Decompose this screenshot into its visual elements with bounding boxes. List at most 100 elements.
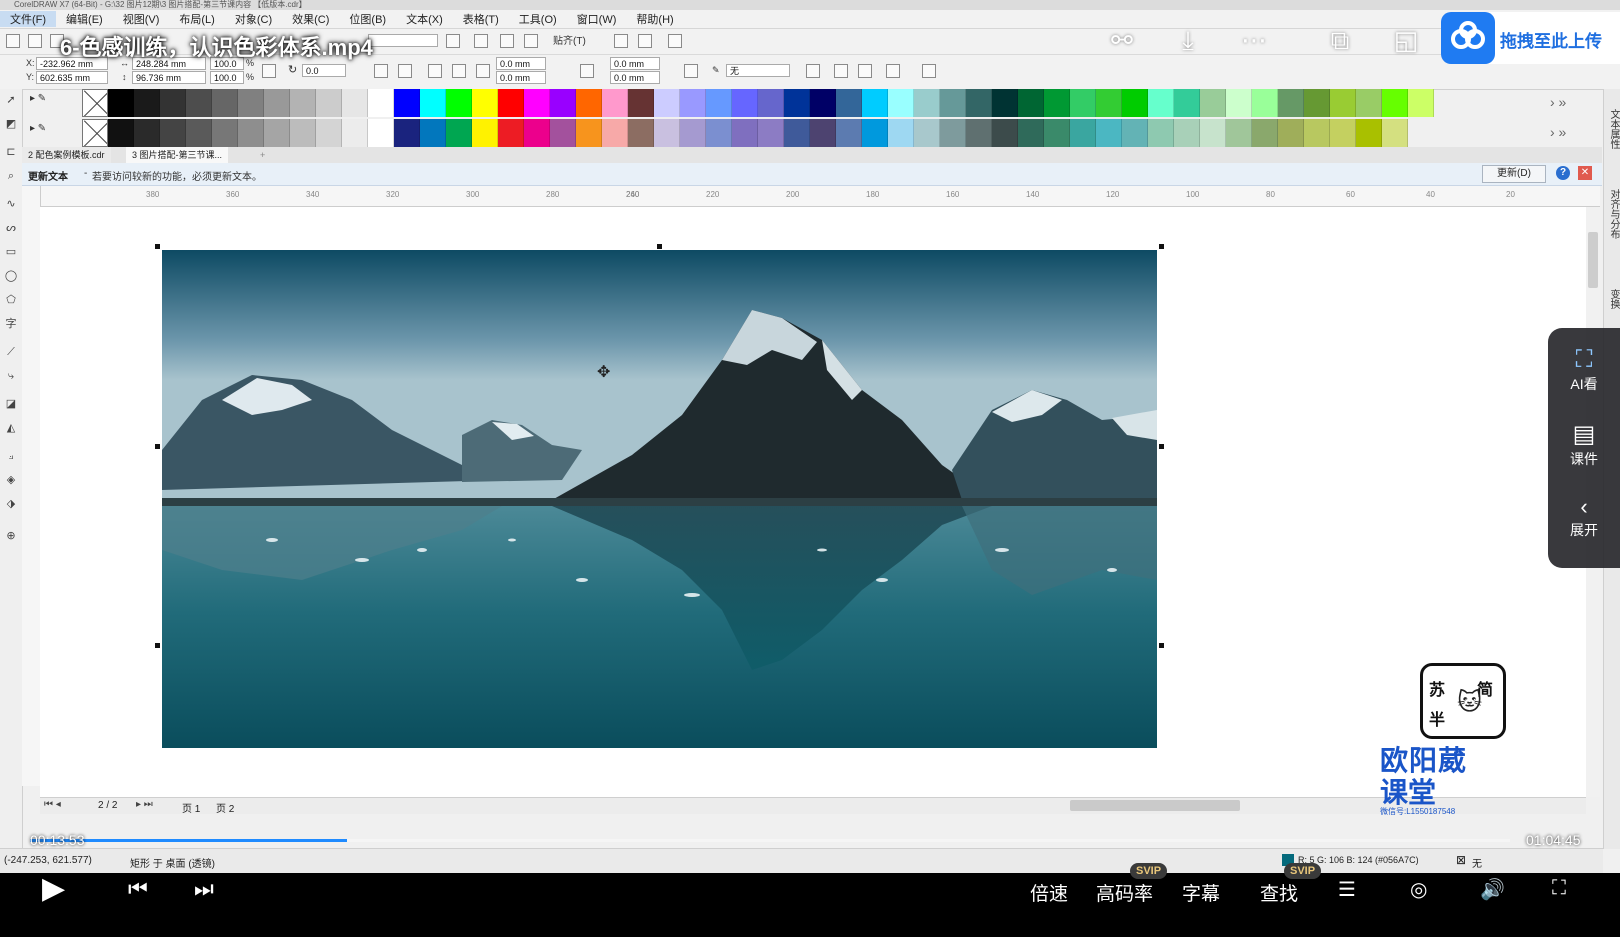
color-swatch[interactable] — [602, 119, 628, 147]
selected-lake-mountain-photo[interactable] — [162, 250, 1157, 748]
color-swatch[interactable] — [1382, 119, 1408, 147]
selection-handle-bottom-right[interactable] — [1159, 643, 1164, 648]
color-swatch[interactable] — [446, 119, 472, 147]
color-swatch[interactable] — [706, 89, 732, 117]
add-toolbar-item-icon[interactable] — [922, 64, 936, 78]
color-swatch[interactable] — [810, 89, 836, 117]
zoom-tool-icon[interactable]: ⌕ — [4, 169, 18, 183]
color-swatch[interactable] — [342, 89, 368, 117]
color-swatch[interactable] — [654, 89, 680, 117]
color-swatch[interactable] — [1174, 89, 1200, 117]
crop-tool-icon[interactable]: ⊏ — [4, 145, 18, 159]
color-swatch[interactable] — [472, 119, 498, 147]
first-page-icon[interactable]: ⏮ ◂ — [44, 799, 61, 810]
courseware-button[interactable]: ▤ 课件 — [1548, 420, 1620, 469]
color-swatch[interactable] — [368, 119, 394, 147]
picture-in-picture-icon[interactable]: ⧉ — [1322, 22, 1358, 58]
color-swatch[interactable] — [1226, 119, 1252, 147]
selection-handle-top-right[interactable] — [1159, 244, 1164, 249]
palette-scroll-right-icon[interactable]: › » — [1550, 94, 1566, 110]
show-guides-icon[interactable] — [524, 34, 538, 48]
expand-button[interactable]: ‹ 展开 — [1548, 494, 1620, 540]
color-swatch[interactable] — [940, 89, 966, 117]
height-field[interactable]: 96.736 mm — [132, 71, 206, 84]
wrap-text-icon[interactable] — [806, 64, 820, 78]
color-swatch[interactable] — [836, 119, 862, 147]
convert-to-curves-icon[interactable] — [886, 64, 900, 78]
color-swatch[interactable] — [1252, 119, 1278, 147]
color-swatch[interactable] — [914, 89, 940, 117]
docker-tab-text-properties[interactable]: 文本属性 — [1606, 109, 1620, 149]
publish-icon[interactable] — [668, 34, 682, 48]
color-swatch[interactable] — [576, 89, 602, 117]
color-swatch[interactable] — [1356, 89, 1382, 117]
color-swatch[interactable] — [134, 89, 160, 117]
color-swatch[interactable] — [498, 119, 524, 147]
color-swatch[interactable] — [680, 89, 706, 117]
color-swatch[interactable] — [394, 119, 420, 147]
color-swatch[interactable] — [316, 89, 342, 117]
menu-file[interactable]: 文件(F) — [0, 11, 57, 27]
last-page-icon[interactable]: ▸ ⏭ — [136, 799, 153, 810]
color-swatch[interactable] — [862, 89, 888, 117]
color-swatch[interactable] — [524, 89, 550, 117]
palette-flyout-icon[interactable]: ▸ ✎ — [30, 93, 46, 104]
color-swatch[interactable] — [1148, 89, 1174, 117]
color-swatch[interactable] — [1044, 89, 1070, 117]
download-icon[interactable]: ⤓ — [1170, 22, 1206, 58]
new-file-icon[interactable] — [6, 34, 20, 48]
rectangle-tool-icon[interactable]: ▭ — [4, 245, 18, 259]
close-infobar-icon[interactable]: ✕ — [1578, 166, 1592, 180]
color-swatch[interactable] — [1096, 119, 1122, 147]
next-icon[interactable]: ⏭ — [194, 876, 214, 902]
more-icon[interactable]: ⋯ — [1236, 22, 1272, 58]
color-swatch[interactable] — [134, 119, 160, 147]
color-swatch[interactable] — [628, 89, 654, 117]
mirror-horizontal-icon[interactable] — [374, 64, 388, 78]
color-swatch[interactable] — [758, 89, 784, 117]
round-corner-icon[interactable] — [428, 64, 442, 78]
menu-bitmaps[interactable]: 位图(B) — [339, 11, 396, 27]
ai-watch-button[interactable]: ⛶ AI看 — [1548, 346, 1620, 394]
color-swatch[interactable] — [420, 89, 446, 117]
color-swatch[interactable] — [420, 119, 446, 147]
color-swatch[interactable] — [1382, 89, 1408, 117]
color-swatch[interactable] — [342, 119, 368, 147]
color-swatch[interactable] — [1278, 119, 1304, 147]
vertical-scroll-thumb[interactable] — [1588, 232, 1598, 288]
edit-corners-together-icon[interactable] — [580, 64, 594, 78]
page-tab-1[interactable]: 页 1 — [182, 800, 200, 815]
color-swatch[interactable] — [264, 89, 290, 117]
color-swatch[interactable] — [1122, 89, 1148, 117]
color-swatch[interactable] — [1252, 89, 1278, 117]
color-swatch[interactable] — [290, 89, 316, 117]
selection-handle-right[interactable] — [1159, 444, 1164, 449]
color-swatch[interactable] — [732, 119, 758, 147]
color-swatch[interactable] — [1330, 119, 1356, 147]
drop-shadow-icon[interactable]: ◪ — [4, 397, 18, 411]
docker-tab-transform[interactable]: 变换 — [1606, 289, 1620, 309]
color-swatch[interactable] — [1070, 119, 1096, 147]
color-swatch[interactable] — [1070, 89, 1096, 117]
color-swatch[interactable] — [862, 119, 888, 147]
menu-window[interactable]: 窗口(W) — [567, 11, 627, 27]
zoom-select[interactable] — [368, 34, 438, 47]
menu-text[interactable]: 文本(X) — [396, 11, 453, 27]
color-swatch[interactable] — [1122, 119, 1148, 147]
color-swatch[interactable] — [732, 89, 758, 117]
ellipse-tool-icon[interactable]: ◯ — [4, 269, 18, 283]
smart-fill-icon[interactable]: ⬗ — [4, 497, 18, 511]
color-swatch[interactable] — [992, 119, 1018, 147]
artistic-media-icon[interactable]: ᔕ — [4, 221, 18, 235]
color-swatch[interactable] — [290, 119, 316, 147]
app-launcher-icon[interactable] — [638, 34, 652, 48]
color-swatch[interactable] — [706, 119, 732, 147]
color-swatch[interactable] — [784, 89, 810, 117]
color-swatch[interactable] — [602, 89, 628, 117]
color-swatch[interactable] — [628, 119, 654, 147]
add-tab-icon[interactable]: + — [254, 147, 271, 163]
playlist-icon[interactable]: ☰ — [1338, 877, 1356, 902]
menu-tools[interactable]: 工具(O) — [509, 11, 567, 27]
play-icon[interactable]: ▶ — [42, 871, 65, 906]
color-swatch[interactable] — [758, 119, 784, 147]
